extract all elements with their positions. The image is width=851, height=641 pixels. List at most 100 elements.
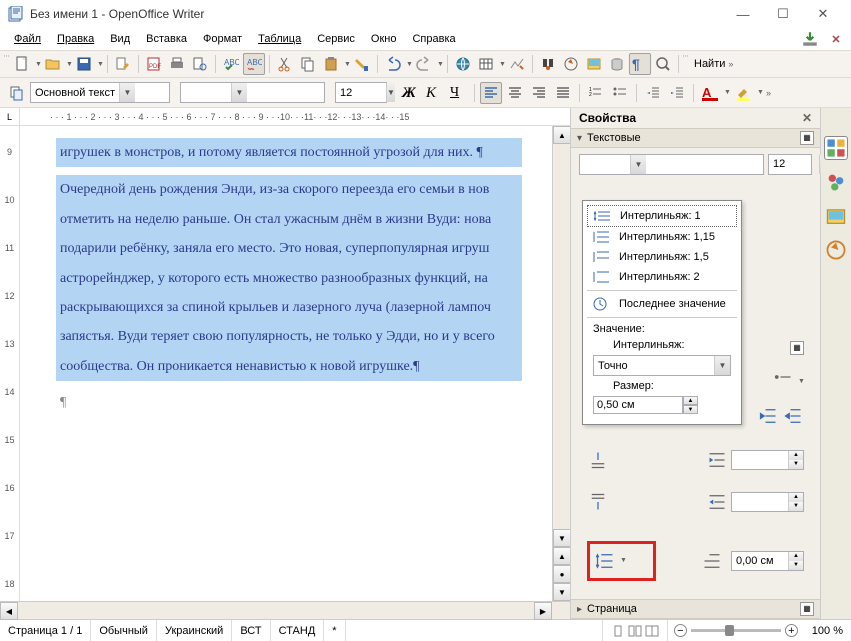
spacing-size-spin[interactable]: ▲▼: [593, 396, 731, 414]
close-window-button[interactable]: ✕: [803, 0, 843, 28]
zoom-thumb[interactable]: [725, 625, 734, 636]
size-up[interactable]: ▲: [683, 396, 698, 405]
font-size-combo[interactable]: 12 ▼: [335, 82, 387, 103]
side-space-spin-2[interactable]: ▲▼: [731, 492, 804, 512]
vertical-ruler[interactable]: 910111213141516171819: [0, 126, 20, 601]
scroll-down-button[interactable]: ▼: [553, 529, 570, 547]
align-justify-button[interactable]: [552, 82, 574, 104]
print-button[interactable]: [166, 53, 188, 75]
size-down[interactable]: ▼: [683, 405, 698, 414]
styles-button[interactable]: [6, 82, 28, 104]
selected-text-line[interactable]: раскрывающихся за спиной крыльев и лазер…: [56, 293, 522, 322]
zoom-button[interactable]: [652, 53, 674, 75]
edit-doc-button[interactable]: [112, 53, 134, 75]
new-doc-dropdown[interactable]: ▼: [34, 61, 41, 68]
side-increase-indent[interactable]: [706, 449, 728, 471]
font-color-dropdown[interactable]: ▼: [723, 89, 730, 96]
spellcheck-button[interactable]: ABC: [220, 53, 242, 75]
status-selection-mode[interactable]: СТАНД: [271, 620, 325, 641]
decrease-indent-button[interactable]: [642, 82, 664, 104]
nav-menu-button[interactable]: ●: [553, 565, 570, 583]
zoom-in-button[interactable]: +: [785, 624, 798, 637]
side-font-combo[interactable]: ▼: [579, 154, 764, 175]
line-spacing-dropdown[interactable]: ▼: [619, 557, 626, 564]
spacing-opt-15[interactable]: Интерлиньяж: 1,5: [587, 247, 737, 267]
side-font-arrow[interactable]: ▼: [630, 155, 646, 174]
spacing-last-value[interactable]: Последнее значение: [587, 294, 737, 314]
undo-button[interactable]: [382, 53, 404, 75]
find-dropdown-icon[interactable]: »: [727, 59, 734, 69]
minimize-button[interactable]: —: [723, 0, 763, 28]
text-section-header[interactable]: Текстовые ▦: [571, 128, 820, 148]
side-bullets-dd[interactable]: ▼: [797, 378, 804, 385]
spacing-opt-115[interactable]: Интерлиньяж: 1,15: [587, 227, 737, 247]
paste-dropdown[interactable]: ▼: [343, 61, 350, 68]
print-preview-button[interactable]: [189, 53, 211, 75]
format-paintbrush-button[interactable]: [351, 53, 373, 75]
tab-gallery[interactable]: [824, 204, 848, 228]
datasources-button[interactable]: [606, 53, 628, 75]
maximize-button[interactable]: ☐: [763, 0, 803, 28]
indent-spin[interactable]: 0,00 см ▲▼: [731, 551, 804, 571]
status-insert-mode[interactable]: ВСТ: [232, 620, 270, 641]
numbering-button[interactable]: 12: [585, 82, 607, 104]
zoom-out-button[interactable]: −: [674, 624, 687, 637]
para-style-combo[interactable]: Основной текст ▼: [30, 82, 170, 103]
cut-button[interactable]: [274, 53, 296, 75]
auto-spellcheck-button[interactable]: ABC: [243, 53, 265, 75]
toolbar-grip[interactable]: [4, 55, 10, 73]
tab-properties[interactable]: [824, 136, 848, 160]
menu-insert[interactable]: Вставка: [138, 31, 195, 47]
menu-table[interactable]: Таблица: [250, 31, 309, 47]
side-indent-inc-top[interactable]: [757, 405, 779, 427]
nonprinting-chars-button[interactable]: ¶: [629, 53, 651, 75]
table-dropdown[interactable]: ▼: [498, 61, 505, 68]
scroll-up-button[interactable]: ▲: [553, 126, 570, 144]
undo-dropdown[interactable]: ▼: [405, 61, 412, 68]
selected-text-line[interactable]: запястья. Вуди теряет свою популярность,…: [56, 322, 522, 351]
zoom-slider[interactable]: − +: [668, 624, 804, 637]
highlight-button[interactable]: [732, 82, 754, 104]
toolbar-grip-2[interactable]: [683, 55, 689, 73]
side-space-spin-1[interactable]: ▲▼: [731, 450, 804, 470]
single-page-icon[interactable]: [611, 625, 625, 637]
bold-button[interactable]: Ж: [399, 82, 421, 104]
panel-close-button[interactable]: ✕: [802, 111, 812, 125]
italic-button[interactable]: К: [423, 82, 445, 104]
paste-button[interactable]: [320, 53, 342, 75]
save-dropdown[interactable]: ▼: [96, 61, 103, 68]
font-name-combo[interactable]: ▼: [180, 82, 325, 103]
gallery-button[interactable]: [583, 53, 605, 75]
hyperlink-button[interactable]: [452, 53, 474, 75]
side-fontsize-combo[interactable]: 12 ▼: [768, 154, 812, 175]
side-indent-dec-top[interactable]: [782, 405, 804, 427]
horizontal-scrollbar[interactable]: ◀ ▶: [0, 601, 570, 619]
align-right-button[interactable]: [528, 82, 550, 104]
indent-up[interactable]: ▲: [788, 552, 803, 561]
open-dropdown[interactable]: ▼: [65, 61, 72, 68]
para-style-arrow[interactable]: ▼: [119, 83, 135, 102]
redo-button[interactable]: [413, 53, 435, 75]
scroll-right-button[interactable]: ▶: [534, 602, 552, 620]
prev-page-button[interactable]: ▲: [553, 547, 570, 565]
spacing-mode-arrow[interactable]: ▼: [714, 356, 730, 375]
navigator-button[interactable]: [560, 53, 582, 75]
menu-view[interactable]: Вид: [102, 31, 138, 47]
export-pdf-button[interactable]: PDF: [143, 53, 165, 75]
multi-page-icon[interactable]: [628, 625, 642, 637]
zoom-track[interactable]: [691, 629, 781, 632]
spacing-opt-2[interactable]: Интерлиньяж: 2: [587, 267, 737, 287]
side-decrease-indent[interactable]: [706, 491, 728, 513]
copy-button[interactable]: [297, 53, 319, 75]
open-button[interactable]: [42, 53, 64, 75]
selected-text-line[interactable]: подарили ребёнку, заняла его место. Это …: [56, 234, 522, 263]
selected-text-line[interactable]: игрушек в монстров, и потому является по…: [56, 138, 522, 167]
new-doc-button[interactable]: [11, 53, 33, 75]
view-layout-buttons[interactable]: [603, 620, 668, 641]
spacing-opt-1[interactable]: Интерлиньяж: 1: [587, 205, 737, 227]
font-size-arrow[interactable]: ▼: [386, 83, 395, 102]
zoom-percent[interactable]: 100 %: [804, 620, 851, 641]
spacing-size-input[interactable]: [593, 396, 683, 414]
increase-indent-button[interactable]: [666, 82, 688, 104]
section-more-button[interactable]: ▦: [800, 602, 814, 616]
